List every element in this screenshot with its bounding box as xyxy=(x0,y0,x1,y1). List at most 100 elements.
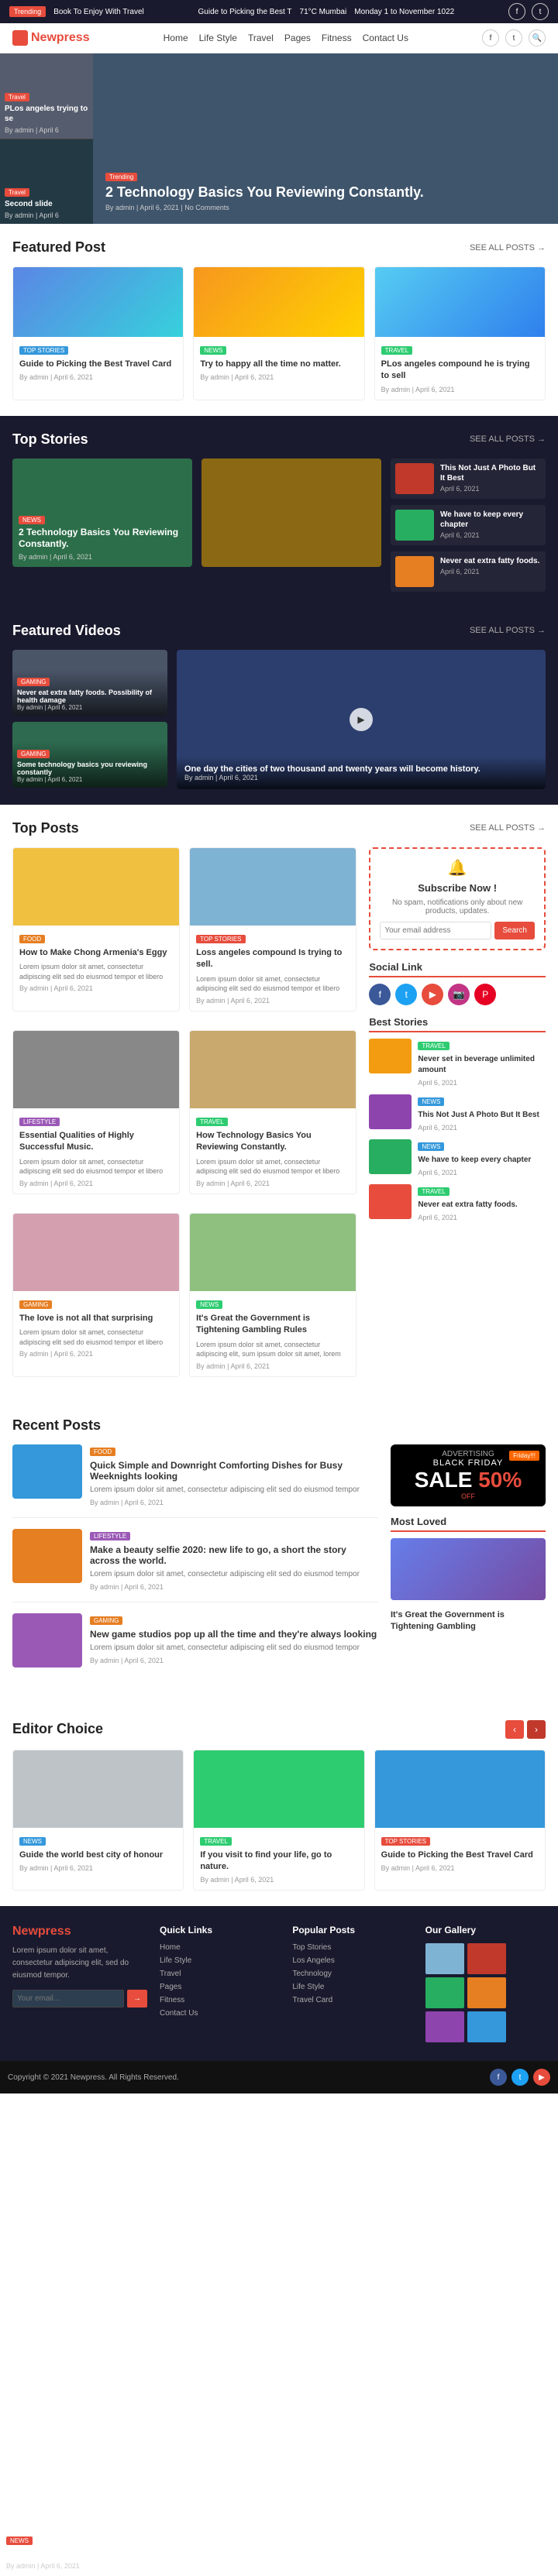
story-side-title-1: This Not Just A Photo But It Best xyxy=(440,463,541,483)
footer-link-home[interactable]: Home xyxy=(160,1943,280,1952)
footer-popular-5[interactable]: Travel Card xyxy=(292,1996,412,2004)
footer-twitter-icon[interactable]: t xyxy=(512,2069,529,2086)
story-side-item-3[interactable]: Never eat extra fatty foods. April 6, 20… xyxy=(391,551,546,592)
post-card-3[interactable]: LIFESTYLE Essential Qualities of Highly … xyxy=(12,1030,180,1194)
best-story-item-2[interactable]: NEWS This Not Just A Photo But It Best A… xyxy=(369,1094,546,1132)
twitter-icon[interactable]: t xyxy=(395,984,417,1005)
footer-link-travel[interactable]: Travel xyxy=(160,1970,280,1978)
video-small-1[interactable]: GAMING Never eat extra fatty foods. Poss… xyxy=(12,650,167,716)
top-posts-see-all[interactable]: SEE ALL POSTS → xyxy=(470,823,546,833)
recent-item-1[interactable]: FOOD Quick Simple and Downright Comforti… xyxy=(12,1444,378,1518)
featured-card-2[interactable]: NEWS Try to happy all the time no matter… xyxy=(193,266,364,400)
footer-link-lifestyle[interactable]: Life Style xyxy=(160,1956,280,1965)
post-card-1[interactable]: FOOD How to Make Chong Armenia's Eggy Lo… xyxy=(12,847,180,1012)
footer-social-icons: f t ▶ xyxy=(490,2069,550,2086)
post-card-2[interactable]: TOP STORIES Loss angeles compound Is try… xyxy=(189,847,356,1012)
nav-home[interactable]: Home xyxy=(164,33,188,43)
facebook-nav-icon[interactable]: f xyxy=(482,29,499,46)
editor-card-2[interactable]: TRAVEL If you visit to find your life, g… xyxy=(193,1750,364,1891)
story-main-2[interactable]: NEWS Best friends in high school life. I… xyxy=(202,459,381,592)
video-small-overlay-2: GAMING Some technology basics you review… xyxy=(12,742,167,788)
subscribe-button[interactable]: Search xyxy=(494,922,535,939)
nav-lifestyle[interactable]: Life Style xyxy=(199,33,237,43)
logo[interactable]: Newpress xyxy=(12,30,90,46)
best-story-item-4[interactable]: TRAVEL Never eat extra fatty foods. Apri… xyxy=(369,1184,546,1221)
video-main[interactable]: ▶ One day the cities of two thousand and… xyxy=(177,650,546,789)
subscribe-input[interactable] xyxy=(380,922,491,939)
top-facebook-icon[interactable]: f xyxy=(508,3,525,20)
post-meta-1: By admin | April 6, 2021 xyxy=(19,984,173,992)
recent-meta-3: By admin | April 6, 2021 xyxy=(90,1657,378,1664)
nav-fitness[interactable]: Fitness xyxy=(322,33,352,43)
nav-pages[interactable]: Pages xyxy=(284,33,311,43)
gallery-thumb-4[interactable] xyxy=(467,1977,506,2008)
footer-link-fitness[interactable]: Fitness xyxy=(160,1996,280,2004)
footer-popular-1[interactable]: Top Stories xyxy=(292,1943,412,1952)
youtube-icon[interactable]: ▶ xyxy=(422,984,443,1005)
top-twitter-icon[interactable]: t xyxy=(532,3,549,20)
footer-popular-4[interactable]: Life Style xyxy=(292,1983,412,1991)
recent-badge-1: FOOD xyxy=(90,1448,115,1456)
top-bar-link2[interactable]: Guide to Picking the Best T xyxy=(198,8,292,16)
story-main-1[interactable]: NEWS 2 Technology Basics You Reviewing C… xyxy=(12,459,192,592)
videos-see-all[interactable]: SEE ALL POSTS → xyxy=(470,626,546,635)
footer-email-input[interactable] xyxy=(12,1990,124,2008)
featured-card-badge-3: TRAVEL xyxy=(381,346,413,355)
footer-facebook-icon[interactable]: f xyxy=(490,2069,507,2086)
top-stories-see-all[interactable]: SEE ALL POSTS → xyxy=(470,434,546,444)
story-side-thumb-1 xyxy=(395,463,434,494)
nav-travel[interactable]: Travel xyxy=(248,33,274,43)
hero-main[interactable]: Trending 2 Technology Basics You Reviewi… xyxy=(93,53,558,224)
post-card-4[interactable]: TRAVEL How Technology Basics You Reviewi… xyxy=(189,1030,356,1194)
best-thumb-1 xyxy=(369,1039,412,1073)
best-story-item-1[interactable]: TRAVEL Never set in beverage unlimited a… xyxy=(369,1039,546,1087)
facebook-icon[interactable]: f xyxy=(369,984,391,1005)
story-side-item-2[interactable]: We have to keep every chapter April 6, 2… xyxy=(391,505,546,545)
recent-item-3[interactable]: GAMING New game studios pop up all the t… xyxy=(12,1613,378,1678)
featured-card-3[interactable]: TRAVEL PLos angeles compound he is tryin… xyxy=(374,266,546,400)
editor-card-badge-1: NEWS xyxy=(19,1837,46,1846)
featured-card-meta-1: By admin | April 6, 2021 xyxy=(19,373,177,381)
bf-banner[interactable]: ADVERTISING BLACK FRIDAY SALE 50% OFF Fr… xyxy=(391,1444,546,1506)
footer-email-button[interactable]: → xyxy=(127,1990,147,2008)
editor-prev-button[interactable]: ‹ xyxy=(505,1720,524,1739)
footer-link-pages[interactable]: Pages xyxy=(160,1983,280,1991)
pinterest-icon[interactable]: P xyxy=(474,984,496,1005)
featured-card-1[interactable]: TOP STORIES Guide to Picking the Best Tr… xyxy=(12,266,184,400)
gallery-thumb-3[interactable] xyxy=(425,1977,464,2008)
top-posts-main: FOOD How to Make Chong Armenia's Eggy Lo… xyxy=(12,847,356,1386)
best-story-item-3[interactable]: NEWS We have to keep every chapter April… xyxy=(369,1139,546,1176)
nav-contact[interactable]: Contact Us xyxy=(363,33,408,43)
best-badge-4: TRAVEL xyxy=(418,1187,450,1196)
twitter-nav-icon[interactable]: t xyxy=(505,29,522,46)
footer-popular-2[interactable]: Los Angeles xyxy=(292,1956,412,1965)
post-card-6[interactable]: NEWS It's Great the Government is Tighte… xyxy=(189,1213,356,1377)
footer-link-contact[interactable]: Contact Us xyxy=(160,2009,280,2018)
gallery-thumb-6[interactable] xyxy=(467,2011,506,2042)
gallery-thumb-2[interactable] xyxy=(467,1943,506,1974)
gallery-thumb-1[interactable] xyxy=(425,1943,464,1974)
recent-posts-title: Recent Posts xyxy=(12,1417,101,1434)
editor-next-button[interactable]: › xyxy=(527,1720,546,1739)
post-excerpt-4: Lorem ipsum dolor sit amet, consectetur … xyxy=(196,1157,350,1176)
editor-card-1[interactable]: NEWS Guide the world best city of honour… xyxy=(12,1750,184,1891)
footer-popular-3[interactable]: Technology xyxy=(292,1970,412,1978)
hero-side-item-1[interactable]: Travel PLos angeles trying to se By admi… xyxy=(0,53,93,139)
top-bar: Trending Book To Enjoy With Travel Guide… xyxy=(0,0,558,23)
hero-side-item-2[interactable]: Travel Second slide By admin | April 6 xyxy=(0,139,93,225)
post-card-5[interactable]: GAMING The love is not all that surprisi… xyxy=(12,1213,180,1377)
story-side-item-1[interactable]: This Not Just A Photo But It Best April … xyxy=(391,459,546,499)
most-loved-img[interactable] xyxy=(391,1538,546,1600)
top-bar-link1[interactable]: Book To Enjoy With Travel xyxy=(53,8,144,16)
footer-youtube-icon[interactable]: ▶ xyxy=(533,2069,550,2086)
play-icon[interactable]: ▶ xyxy=(350,708,373,731)
gallery-thumb-5[interactable] xyxy=(425,2011,464,2042)
instagram-icon[interactable]: 📷 xyxy=(448,984,470,1005)
recent-item-2[interactable]: LIFESTYLE Make a beauty selfie 2020: new… xyxy=(12,1529,378,1602)
video-large[interactable]: ▶ One day the cities of two thousand and… xyxy=(177,650,546,789)
top-bar-left: Trending Book To Enjoy With Travel xyxy=(9,6,144,17)
featured-see-all[interactable]: SEE ALL POSTS → xyxy=(470,243,546,252)
search-icon[interactable]: 🔍 xyxy=(529,29,546,46)
editor-card-3[interactable]: TOP STORIES Guide to Picking the Best Tr… xyxy=(374,1750,546,1891)
video-small-2[interactable]: GAMING Some technology basics you review… xyxy=(12,722,167,788)
